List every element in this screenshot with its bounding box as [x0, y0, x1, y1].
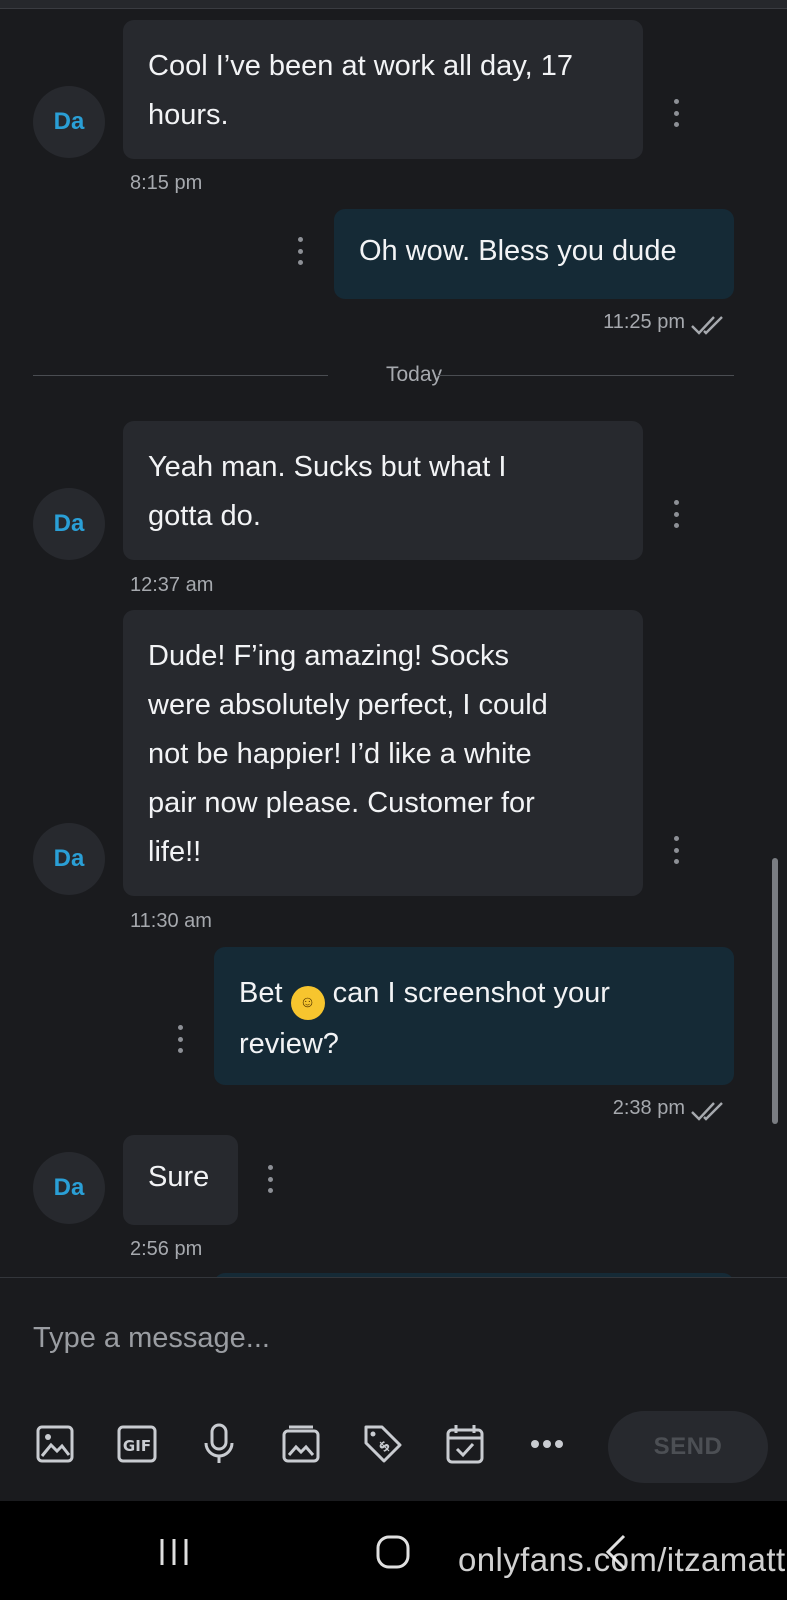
message-line: were absolutely perfect, I could [148, 689, 548, 721]
microphone-icon[interactable] [198, 1423, 240, 1465]
avatar-initials: Da [53, 510, 85, 537]
avatar-initials: Da [53, 1174, 85, 1201]
incoming-message[interactable]: Cool I’ve been at work all day, 17 hours… [123, 20, 643, 159]
avatar-initials: Da [53, 108, 85, 135]
message-options-icon[interactable] [172, 1025, 188, 1053]
gif-label: GIF [123, 1437, 151, 1455]
outgoing-message[interactable]: Bet ☺ can I screenshot your review? [214, 947, 734, 1085]
message-line: review? [239, 1028, 339, 1060]
system-navigation-bar: onlyfans.com/itzamatt [0, 1501, 787, 1600]
message-time: 12:37 am [130, 574, 214, 596]
message-line: hours. [148, 99, 229, 131]
price-tag-icon[interactable]: $ [362, 1423, 404, 1465]
watermark-text: onlyfans.com/itzamatt [458, 1541, 786, 1578]
message-options-icon[interactable] [292, 237, 308, 265]
message-line: Oh wow. Bless you dude [359, 235, 677, 267]
avatar[interactable]: Da [33, 1152, 105, 1224]
message-line: not be happier! I’d like a white [148, 738, 532, 770]
top-edge [0, 0, 787, 9]
message-line: Dude! F’ing amazing! Socks [148, 640, 510, 672]
avatar[interactable]: Da [33, 488, 105, 560]
recent-apps-icon[interactable] [152, 1531, 196, 1573]
message-line: life!! [148, 836, 202, 868]
message-text: Bet [239, 977, 291, 1009]
message-time: 2:38 pm [612, 1097, 685, 1119]
message-options-icon[interactable] [668, 500, 684, 528]
image-icon[interactable] [34, 1423, 76, 1465]
message-line: pair now please. Customer for [148, 787, 535, 819]
read-receipt-icon [691, 316, 723, 335]
message-line: Bet ☺ can I screenshot your [239, 969, 709, 1020]
send-button[interactable]: SEND [608, 1411, 768, 1483]
incoming-message[interactable]: Sure [123, 1135, 238, 1225]
read-receipt-icon [691, 1102, 723, 1121]
message-text: can I screenshot your [324, 977, 610, 1009]
avatar[interactable]: Da [33, 86, 105, 158]
gif-icon[interactable]: GIF [116, 1423, 158, 1465]
day-divider-label: Today [386, 363, 443, 386]
message-input[interactable] [33, 1316, 733, 1360]
incoming-message[interactable]: Yeah man. Sucks but what I gotta do. [123, 421, 643, 560]
message-time: 11:30 am [130, 910, 212, 932]
more-icon[interactable] [526, 1423, 568, 1465]
message-options-icon[interactable] [262, 1165, 278, 1193]
scrollbar[interactable] [772, 858, 778, 1124]
smirking-face-emoji: ☺ [290, 986, 325, 1020]
incoming-message[interactable]: Dude! F’ing amazing! Socks were absolute… [123, 610, 643, 896]
message-options-icon[interactable] [668, 99, 684, 127]
message-line: Sure [148, 1161, 210, 1193]
avatar-initials: Da [53, 845, 85, 872]
media-vault-icon[interactable] [280, 1423, 322, 1465]
schedule-calendar-icon[interactable] [444, 1423, 486, 1465]
message-line: Yeah man. Sucks but what I [148, 451, 507, 483]
message-composer: GIF $ SEND [0, 1277, 787, 1501]
message-options-icon[interactable] [668, 836, 684, 864]
message-time: 11:25 pm [603, 311, 685, 333]
outgoing-message[interactable]: Oh wow. Bless you dude [334, 209, 734, 299]
message-time: 8:15 pm [130, 172, 203, 194]
day-divider: Today [33, 363, 734, 386]
message-time: 2:56 pm [130, 1238, 203, 1260]
message-line: Cool I’ve been at work all day, 17 [148, 50, 574, 82]
message-line: gotta do. [148, 500, 261, 532]
avatar[interactable]: Da [33, 823, 105, 895]
home-icon[interactable] [371, 1531, 415, 1573]
